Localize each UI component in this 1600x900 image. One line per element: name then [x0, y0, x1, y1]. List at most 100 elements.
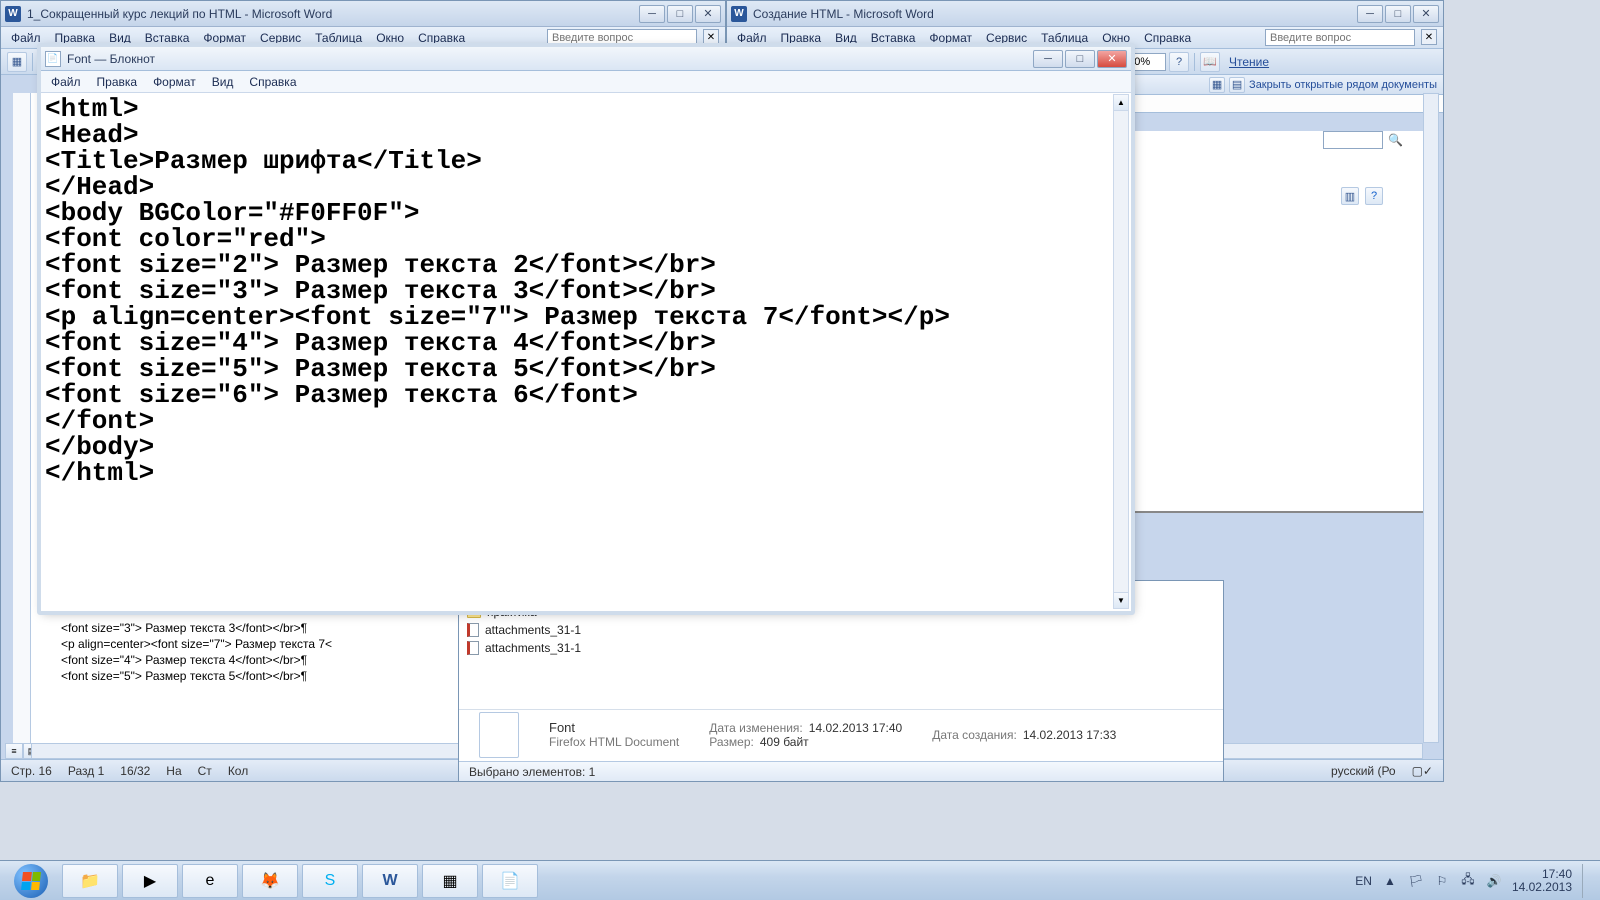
taskbar-firefox[interactable]: 🦊 — [242, 864, 298, 898]
menu-file[interactable]: Файл — [11, 31, 41, 45]
text-area[interactable]: <html> <Head> <Title>Размер шрифта</Titl… — [43, 94, 1113, 609]
details-modified: 14.02.2013 17:40 — [809, 721, 902, 735]
start-button[interactable] — [4, 862, 58, 900]
file-icon — [467, 623, 479, 637]
status-page: Стр. 16 — [11, 764, 52, 778]
menu-help[interactable]: Справка — [418, 31, 465, 45]
menu-edit[interactable]: Правка — [781, 31, 822, 45]
minimize-button[interactable]: ─ — [1357, 5, 1383, 23]
menu-insert[interactable]: Вставка — [871, 31, 916, 45]
maximize-button[interactable]: □ — [667, 5, 693, 23]
question-input[interactable] — [547, 29, 697, 46]
panel-btn-2-icon[interactable]: ▤ — [1229, 77, 1245, 93]
status-section: Разд 1 — [68, 764, 104, 778]
question-input[interactable] — [1265, 29, 1415, 46]
menu-format[interactable]: Формат — [153, 75, 196, 89]
help-small-icon[interactable]: ? — [1365, 187, 1383, 205]
menu-window[interactable]: Окно — [1102, 31, 1130, 45]
search-input[interactable] — [1323, 131, 1383, 149]
help-icon[interactable]: ? — [1169, 52, 1189, 72]
menu-file[interactable]: Файл — [737, 31, 767, 45]
tray-action-icon[interactable]: ⚐ — [1434, 873, 1450, 889]
close-doc-button[interactable]: ✕ — [1421, 29, 1437, 45]
file-large-icon — [479, 712, 519, 758]
taskbar-notepad[interactable]: 📄 — [482, 864, 538, 898]
menu-view[interactable]: Вид — [212, 75, 234, 89]
menu-table[interactable]: Таблица — [315, 31, 362, 45]
scrollbar-vertical[interactable]: ▲ ▼ — [1113, 94, 1129, 609]
scroll-up-icon[interactable]: ▲ — [1114, 95, 1128, 111]
taskbar-ie[interactable]: e — [182, 864, 238, 898]
list-item[interactable]: attachments_31-1 — [467, 639, 1215, 657]
menu-format[interactable]: Формат — [929, 31, 972, 45]
taskbar-skype[interactable]: S — [302, 864, 358, 898]
menu-service[interactable]: Сервис — [260, 31, 301, 45]
status-line: Ст — [198, 764, 212, 778]
menu-table[interactable]: Таблица — [1041, 31, 1088, 45]
panel-btn-1-icon[interactable]: ▦ — [1209, 77, 1225, 93]
notepad-content[interactable]: <html> <Head> <Title>Размер шрифта</Titl… — [45, 96, 1111, 486]
spell-check-icon[interactable]: ▢✓ — [1412, 764, 1433, 778]
menu-help[interactable]: Справка — [249, 75, 296, 89]
reading-mode-link[interactable]: Чтение — [1229, 55, 1269, 69]
titlebar[interactable]: W 1_Сокращенный курс лекций по HTML - Mi… — [1, 1, 725, 27]
menu-window[interactable]: Окно — [376, 31, 404, 45]
menu-view[interactable]: Вид — [109, 31, 131, 45]
window-title: Создание HTML - Microsoft Word — [753, 7, 934, 21]
details-type: Firefox HTML Document — [549, 735, 679, 749]
titlebar[interactable]: 📄 Font — Блокнот ─ □ ✕ — [41, 47, 1131, 71]
taskbar: 📁 ▶ e 🦊 S W ▦ 📄 EN ▲ 🏳 ⚐ 🖧 🔊 17:40 14.02… — [0, 860, 1600, 900]
minimize-button[interactable]: ─ — [1033, 50, 1063, 68]
close-button[interactable]: ✕ — [1097, 50, 1127, 68]
menu-service[interactable]: Сервис — [986, 31, 1027, 45]
menu-view[interactable]: Вид — [835, 31, 857, 45]
col-icon[interactable]: ▥ — [1341, 187, 1359, 205]
reading-icon[interactable]: 📖 — [1200, 52, 1220, 72]
menu-edit[interactable]: Правка — [55, 31, 96, 45]
titlebar[interactable]: W Создание HTML - Microsoft Word ─ □ ✕ — [727, 1, 1443, 27]
word-icon: W — [731, 6, 747, 22]
search-icon[interactable]: 🔍 — [1388, 133, 1403, 147]
taskbar-word[interactable]: W — [362, 864, 418, 898]
details-size: 409 байт — [760, 735, 809, 749]
list-item[interactable]: attachments_31-1 — [467, 621, 1215, 639]
minimize-button[interactable]: ─ — [639, 5, 665, 23]
taskbar-app[interactable]: ▦ — [422, 864, 478, 898]
window-title: Font — Блокнот — [67, 52, 155, 66]
maximize-button[interactable]: □ — [1065, 50, 1095, 68]
close-doc-button[interactable]: ✕ — [703, 29, 719, 45]
status-language: русский (Ро — [1331, 764, 1396, 778]
menu-insert[interactable]: Вставка — [145, 31, 190, 45]
close-panel-label[interactable]: Закрыть открытые рядом документы — [1249, 79, 1437, 91]
menu-help[interactable]: Справка — [1144, 31, 1191, 45]
menu-format[interactable]: Формат — [203, 31, 246, 45]
details-name: Font — [549, 720, 679, 735]
view-normal-icon[interactable]: ≡ — [5, 743, 23, 759]
details-pane: Font Firefox HTML Document Дата изменени… — [459, 709, 1223, 759]
taskbar-media-player[interactable]: ▶ — [122, 864, 178, 898]
new-doc-icon[interactable]: ▦ — [7, 52, 27, 72]
menu-edit[interactable]: Правка — [97, 75, 138, 89]
show-desktop-button[interactable] — [1582, 864, 1590, 898]
word-icon: W — [5, 6, 21, 22]
window-title: 1_Сокращенный курс лекций по HTML - Micr… — [27, 7, 332, 21]
menu-file[interactable]: Файл — [51, 75, 81, 89]
tray-lang[interactable]: EN — [1355, 874, 1372, 888]
status-col: Кол — [228, 764, 248, 778]
close-button[interactable]: ✕ — [695, 5, 721, 23]
close-button[interactable]: ✕ — [1413, 5, 1439, 23]
tray-volume-icon[interactable]: 🔊 — [1486, 873, 1502, 889]
tray-network-icon[interactable]: 🖧 — [1460, 873, 1476, 889]
status-at: На — [166, 764, 181, 778]
tray-arrow-icon[interactable]: ▲ — [1382, 873, 1398, 889]
scrollbar-vertical[interactable] — [1423, 93, 1439, 743]
tray-clock[interactable]: 17:40 14.02.2013 — [1512, 868, 1572, 894]
system-tray: EN ▲ 🏳 ⚐ 🖧 🔊 17:40 14.02.2013 — [1355, 864, 1596, 898]
taskbar-explorer[interactable]: 📁 — [62, 864, 118, 898]
notepad-window: 📄 Font — Блокнот ─ □ ✕ Файл Правка Форма… — [40, 46, 1132, 612]
notepad-icon: 📄 — [45, 51, 61, 67]
scroll-down-icon[interactable]: ▼ — [1114, 592, 1128, 608]
menu-bar: Файл Правка Формат Вид Справка — [41, 71, 1131, 93]
maximize-button[interactable]: □ — [1385, 5, 1411, 23]
tray-flag-icon[interactable]: 🏳 — [1408, 873, 1424, 889]
